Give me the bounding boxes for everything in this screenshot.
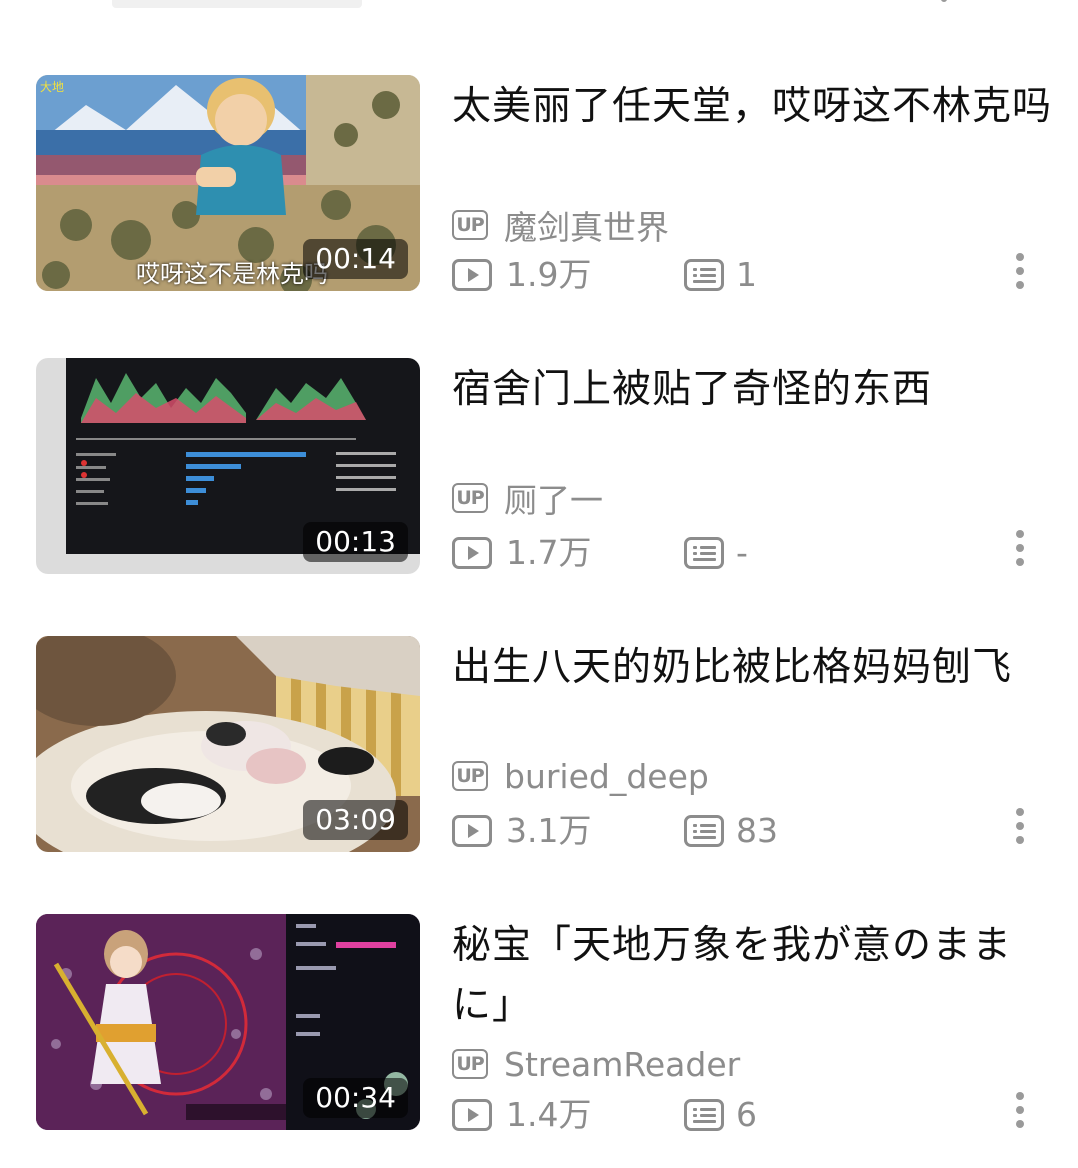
stats-row: 1.9万 1 — [452, 255, 1042, 295]
play-icon — [452, 259, 492, 291]
up-badge-icon: UP — [452, 761, 488, 791]
video-thumbnail[interactable]: 03:09 — [36, 636, 420, 852]
up-badge-icon: UP — [452, 1049, 488, 1079]
more-options-icon[interactable] — [1010, 251, 1030, 291]
more-options-icon[interactable] — [1010, 806, 1030, 846]
video-thumbnail[interactable]: 00:34 — [36, 914, 420, 1130]
danmaku-count: - — [736, 533, 748, 572]
video-card[interactable]: 00:34 秘宝「天地万象を我が意のままに」 UP StreamReader 1… — [0, 914, 1078, 1135]
view-count: 1.9万 — [506, 255, 592, 294]
danmaku-count: 1 — [736, 255, 757, 294]
more-options-icon[interactable] — [1010, 1090, 1030, 1130]
video-title[interactable]: 宿舍门上被贴了奇怪的东西 — [452, 360, 1052, 420]
play-icon — [452, 1099, 492, 1131]
more-icon — [941, 0, 947, 2]
video-duration: 00:13 — [303, 522, 408, 562]
uploader-row[interactable]: UP 魔剑真世界 — [452, 205, 669, 247]
stats-row: 1.4万 6 — [452, 1095, 1042, 1135]
video-title[interactable]: 秘宝「天地万象を我が意のままに」 — [452, 916, 1052, 1036]
uploader-name[interactable]: 厕了一 — [504, 474, 603, 522]
video-title[interactable]: 太美丽了任天堂，哎呀这不林克吗 — [452, 77, 1052, 137]
uploader-row[interactable]: UP StreamReader — [452, 1044, 740, 1084]
danmaku-icon — [684, 1099, 724, 1131]
stats-row: 3.1万 83 — [452, 811, 1042, 851]
video-thumbnail[interactable]: 大地 哎呀这不是林克吗 00:14 — [36, 75, 420, 291]
video-card[interactable]: 03:09 出生八天的奶比被比格妈妈刨飞 UP buried_deep 3.1万… — [0, 636, 1078, 854]
uploader-name[interactable]: buried_deep — [504, 757, 709, 796]
up-badge-icon: UP — [452, 483, 488, 513]
video-card[interactable]: 00:13 宿舍门上被贴了奇怪的东西 UP 厕了一 1.7万 - — [0, 358, 1078, 576]
svg-text:大地: 大地 — [40, 80, 64, 94]
stats-row: 1.7万 - — [452, 533, 1042, 573]
danmaku-count: 83 — [736, 811, 778, 850]
uploader-row[interactable]: UP 厕了一 — [452, 478, 603, 520]
view-count: 1.4万 — [506, 1095, 592, 1134]
view-count: 3.1万 — [506, 811, 592, 850]
play-icon — [452, 815, 492, 847]
uploader-name[interactable]: 魔剑真世界 — [504, 201, 669, 249]
up-badge-icon: UP — [452, 210, 488, 240]
danmaku-icon — [684, 815, 724, 847]
previous-item-cutoff — [0, 0, 1078, 14]
play-icon — [452, 537, 492, 569]
thumbnail-caption: 哎呀这不是林克吗 — [136, 260, 328, 288]
danmaku-icon — [684, 537, 724, 569]
video-duration: 03:09 — [303, 800, 408, 840]
video-duration: 00:14 — [303, 239, 408, 279]
view-count: 1.7万 — [506, 533, 592, 572]
video-title[interactable]: 出生八天的奶比被比格妈妈刨飞 — [452, 638, 1052, 698]
video-list-page: 大地 哎呀这不是林克吗 00:14 太美丽了任天堂，哎呀这不林克吗 UP 魔剑真… — [0, 0, 1078, 1168]
uploader-name[interactable]: StreamReader — [504, 1045, 740, 1084]
more-options-icon[interactable] — [1010, 528, 1030, 568]
video-duration: 00:34 — [303, 1078, 408, 1118]
danmaku-icon — [684, 259, 724, 291]
video-card[interactable]: 大地 哎呀这不是林克吗 00:14 太美丽了任天堂，哎呀这不林克吗 UP 魔剑真… — [0, 75, 1078, 295]
uploader-row[interactable]: UP buried_deep — [452, 756, 709, 796]
video-thumbnail[interactable]: 00:13 — [36, 358, 420, 574]
danmaku-count: 6 — [736, 1095, 757, 1134]
